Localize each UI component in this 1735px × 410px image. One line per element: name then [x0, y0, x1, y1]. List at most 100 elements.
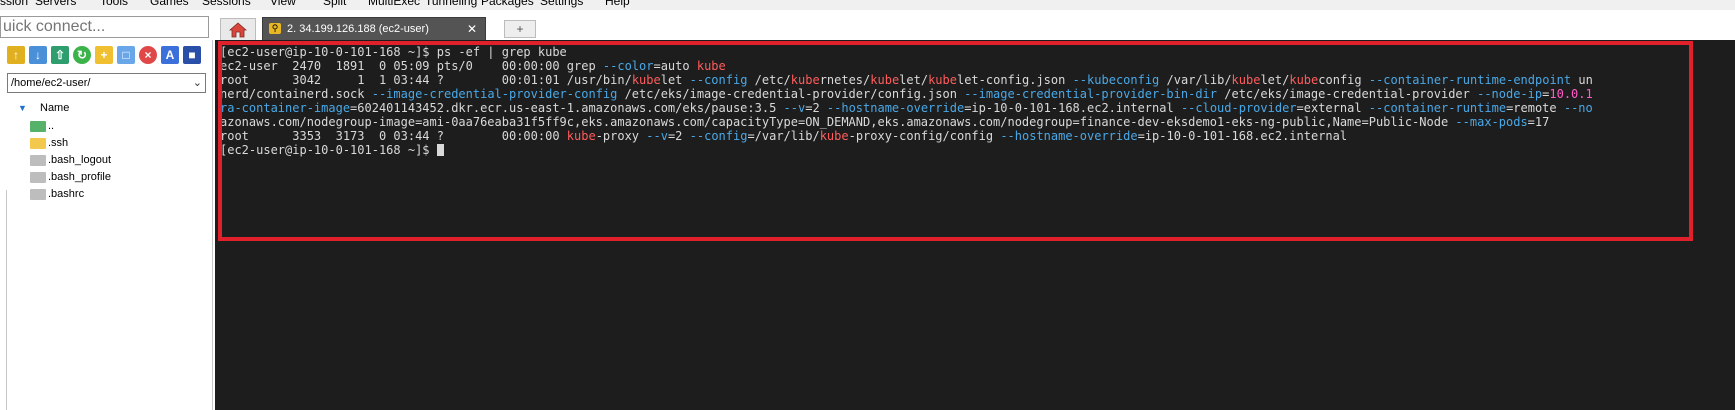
- terminal-segment: =/var/lib/: [747, 129, 820, 143]
- terminal-segment: kube: [631, 73, 661, 87]
- terminal-segment: /etc/: [747, 73, 791, 87]
- terminal-segment: =602401143452.dkr.ecr.us-east-1.amazonaw…: [350, 101, 784, 115]
- file-row-bashrc[interactable]: .bashrc: [30, 186, 84, 203]
- file-name: .bash_logout: [48, 154, 111, 166]
- terminal-line: root 3042 1 1 03:44 ? 00:01:01 /usr/bin/…: [220, 73, 1593, 87]
- close-icon[interactable]: ✕: [467, 22, 477, 36]
- terminal-segment: =remote: [1506, 101, 1564, 115]
- folder-icon: [30, 137, 46, 149]
- terminal-pane[interactable]: [ec2-user@ip-10-0-101-168 ~]$ ps -ef | g…: [215, 40, 1735, 410]
- terminal-segment: =2: [805, 101, 827, 115]
- path-value: /home/ec2-user/: [11, 77, 91, 89]
- sftp-panel: ↑ ↓ ⇧ ↻ + □ × A ■ /home/ec2-user/ ⌄ ▼ Na…: [0, 40, 213, 410]
- terminal-segment: =auto: [653, 59, 697, 73]
- new-folder-icon[interactable]: +: [95, 46, 113, 64]
- home-tab[interactable]: [220, 18, 256, 40]
- terminal-segment: --v: [783, 101, 806, 115]
- file-name: ..: [48, 120, 55, 132]
- terminal-segment: let/: [899, 73, 929, 87]
- column-name-label: Name: [40, 102, 70, 114]
- menu-item-split[interactable]: Split: [323, 0, 346, 8]
- key-icon: ⚲: [269, 23, 281, 34]
- terminal-segment: kube: [819, 129, 849, 143]
- menu-item-session[interactable]: ssion: [0, 0, 28, 8]
- terminal-output: [ec2-user@ip-10-0-101-168 ~]$ ps -ef | g…: [220, 45, 1593, 157]
- file-name: .bash_profile: [48, 171, 111, 183]
- upload-icon[interactable]: ↑: [7, 46, 25, 64]
- file-row-parent[interactable]: ..: [30, 118, 54, 135]
- menu-item-settings[interactable]: Settings: [540, 0, 583, 8]
- terminal-segment: --image-credential-provider-bin-dir: [964, 87, 1218, 101]
- menu-item-tunneling[interactable]: Tunneling: [425, 0, 477, 8]
- terminal-line: [ec2-user@ip-10-0-101-168 ~]$ ps -ef | g…: [220, 45, 1593, 59]
- panel-splitter[interactable]: [0, 190, 7, 410]
- terminal-segment: ec2-user 2470 1891 0 05:09 pts/0 00:00:0…: [220, 59, 603, 73]
- terminal-segment: -proxy: [595, 129, 647, 143]
- terminal-segment: let-config.json: [956, 73, 1073, 87]
- terminal-segment: let: [660, 73, 690, 87]
- upload-up-icon[interactable]: ⇧: [51, 46, 69, 64]
- delete-icon[interactable]: ×: [139, 46, 157, 64]
- terminal-segment: config: [1318, 73, 1369, 87]
- terminal-cursor: [436, 144, 444, 156]
- terminal-segment: kube: [1231, 73, 1261, 87]
- terminal-segment: azonaws.com/nodegroup-image=ami-0aa76eab…: [220, 115, 1456, 129]
- terminal-segment: --no: [1563, 101, 1593, 115]
- tab-bar: ⚲ 2. 34.199.126.188 (ec2-user) ✕ +: [212, 14, 1735, 40]
- terminal-segment: /var/lib/: [1159, 73, 1232, 87]
- menu-item-view[interactable]: View: [270, 0, 296, 8]
- chevron-down-icon[interactable]: ⌄: [193, 74, 202, 92]
- menu-item-tools[interactable]: Tools: [100, 0, 128, 8]
- tree-toggle-icon[interactable]: ▼: [18, 98, 27, 118]
- refresh-icon[interactable]: ↻: [73, 46, 91, 64]
- quick-connect-input[interactable]: [0, 16, 209, 38]
- terminal-segment: --color: [602, 59, 654, 73]
- terminal-segment: --max-pods: [1455, 115, 1528, 129]
- file-row-bash-logout[interactable]: .bash_logout: [30, 152, 111, 169]
- menu-item-sessions[interactable]: Sessions: [202, 0, 251, 8]
- terminal-segment: --hostname-override: [826, 101, 965, 115]
- menu-bar: ssion Servers Tools Games Sessions View …: [0, 0, 1735, 10]
- settings-icon[interactable]: ■: [183, 46, 201, 64]
- terminal-segment: =2: [667, 129, 690, 143]
- menu-item-help[interactable]: Help: [605, 0, 630, 8]
- terminal-segment: =external: [1296, 101, 1369, 115]
- terminal-segment: =ip-10-0-101-168.ec2.internal: [1137, 129, 1348, 143]
- terminal-segment: kube: [870, 73, 900, 87]
- file-row-bash-profile[interactable]: .bash_profile: [30, 169, 111, 186]
- download-icon[interactable]: ↓: [29, 46, 47, 64]
- terminal-segment: --image-credential-provider-config: [371, 87, 618, 101]
- file-name: .bashrc: [48, 188, 85, 200]
- terminal-segment: -proxy-config/config: [848, 129, 1001, 143]
- new-file-icon[interactable]: □: [117, 46, 135, 64]
- home-icon: [229, 21, 247, 37]
- terminal-segment: kube: [696, 59, 726, 73]
- terminal-segment: --cloud-provider: [1180, 101, 1297, 115]
- terminal-segment: kube: [928, 73, 957, 87]
- menu-item-packages[interactable]: Packages: [481, 0, 534, 8]
- rename-icon[interactable]: A: [161, 46, 179, 64]
- menu-item-multiexec[interactable]: MultiExec: [368, 0, 420, 8]
- session-tab-label: 2. 34.199.126.188 (ec2-user): [287, 23, 429, 35]
- file-icon: [30, 154, 46, 166]
- terminal-segment: un: [1571, 73, 1593, 87]
- file-name: .ssh: [48, 137, 69, 149]
- terminal-line: ra-container-image=602401143452.dkr.ecr.…: [220, 101, 1593, 115]
- terminal-segment: --v: [646, 129, 668, 143]
- terminal-segment: root 3353 3173 0 03:44 ? 00:00:00: [220, 129, 567, 143]
- terminal-segment: --hostname-override: [1000, 129, 1138, 143]
- terminal-line: ec2-user 2470 1891 0 05:09 pts/0 00:00:0…: [220, 59, 1593, 73]
- file-row-ssh[interactable]: .ssh: [30, 135, 68, 152]
- terminal-segment: kube: [1289, 73, 1319, 87]
- terminal-line: [ec2-user@ip-10-0-101-168 ~]$: [220, 143, 1593, 157]
- terminal-segment: config: [1115, 73, 1160, 87]
- terminal-segment: let/: [1260, 73, 1290, 87]
- session-tab[interactable]: ⚲ 2. 34.199.126.188 (ec2-user) ✕: [262, 17, 486, 40]
- path-select[interactable]: /home/ec2-user/ ⌄: [7, 73, 206, 93]
- terminal-segment: [ec2-user@ip-10-0-101-168 ~]$ ps -ef | g…: [220, 45, 567, 59]
- new-tab-button[interactable]: +: [504, 20, 536, 38]
- terminal-segment: kube: [566, 129, 596, 143]
- menu-item-games[interactable]: Games: [150, 0, 189, 8]
- menu-item-servers[interactable]: Servers: [35, 0, 76, 8]
- file-column-header[interactable]: ▼ Name: [7, 98, 206, 118]
